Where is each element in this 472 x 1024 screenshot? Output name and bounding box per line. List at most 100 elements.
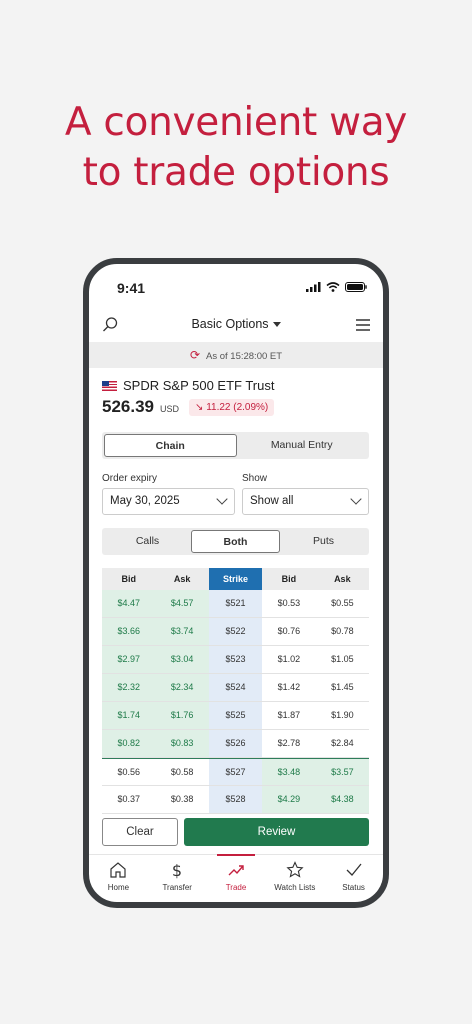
call-bid-cell[interactable]: $3.66 <box>102 618 156 645</box>
chevron-down-icon <box>216 493 228 505</box>
phone-frame: 9:41 Basic Options ⟳ As of 15:28:00 ET SP… <box>83 258 389 908</box>
col-call-bid: Bid <box>121 574 136 584</box>
put-bid-cell[interactable]: $1.02 <box>262 646 316 673</box>
headline-line-1: A convenient way <box>64 100 408 145</box>
col-call-ask: Ask <box>173 574 191 584</box>
caret-down-icon <box>272 322 281 328</box>
put-ask-cell[interactable]: $0.78 <box>315 618 370 645</box>
tab-chain[interactable]: Chain <box>104 434 237 457</box>
security-name: SPDR S&P 500 ETF Trust <box>123 378 275 393</box>
tab-manual-entry[interactable]: Manual Entry <box>237 434 368 457</box>
tab-status[interactable]: Status <box>324 855 383 902</box>
tab-calls[interactable]: Calls <box>104 530 191 553</box>
tab-home[interactable]: Home <box>89 855 148 902</box>
call-ask-cell[interactable]: $0.58 <box>155 759 209 785</box>
action-buttons: Clear Review <box>102 818 369 846</box>
put-bid-cell[interactable]: $0.53 <box>262 590 316 617</box>
trend-icon <box>228 865 244 876</box>
tab-watch-lists[interactable]: Watch Lists <box>265 855 324 902</box>
call-bid-cell[interactable]: $2.97 <box>102 646 156 673</box>
refresh-icon[interactable]: ⟳ <box>190 348 200 362</box>
svg-text:$: $ <box>172 861 182 879</box>
tab-both[interactable]: Both <box>191 530 280 553</box>
strike-cell: $527 <box>208 759 263 785</box>
review-button[interactable]: Review <box>184 818 369 846</box>
price-change-badge: ↘ 11.22 (2.09%) <box>189 398 275 416</box>
hamburger-menu-icon[interactable] <box>355 318 371 332</box>
bottom-tab-bar: Home $ Transfer Trade Watch Lists Status <box>89 854 383 902</box>
call-bid-cell[interactable]: $0.56 <box>102 759 156 785</box>
call-ask-cell[interactable]: $2.34 <box>155 674 209 701</box>
strike-cell: $522 <box>208 618 263 645</box>
put-ask-cell[interactable]: $3.57 <box>315 759 370 785</box>
put-bid-cell[interactable]: $1.87 <box>262 702 316 729</box>
put-ask-cell[interactable]: $1.05 <box>315 646 370 673</box>
table-row: $0.56 $0.58 $527 $3.48 $3.57 <box>102 758 370 786</box>
put-ask-cell[interactable]: $4.38 <box>315 786 370 813</box>
put-ask-cell[interactable]: $1.90 <box>315 702 370 729</box>
table-row: $3.66 $3.74 $522 $0.76 $0.78 <box>102 618 370 646</box>
price-currency: USD <box>160 404 180 414</box>
tab-label: Trade <box>225 883 247 892</box>
put-bid-cell[interactable]: $1.42 <box>262 674 316 701</box>
tab-label: Transfer <box>162 883 192 892</box>
app-bar: Basic Options <box>89 312 383 342</box>
call-bid-cell[interactable]: $1.74 <box>102 702 156 729</box>
table-row: $0.37 $0.38 $528 $4.29 $4.38 <box>102 786 370 814</box>
home-icon <box>110 862 126 878</box>
call-ask-cell[interactable]: $1.76 <box>155 702 209 729</box>
options-mode-dropdown[interactable]: Basic Options <box>89 317 383 331</box>
order-expiry-value: May 30, 2025 <box>110 495 180 507</box>
table-body: $4.47 $4.57 $521 $0.53 $0.55 $3.66 $3.74 $522 $0… <box>102 590 370 814</box>
show-select[interactable]: Show all <box>242 488 369 515</box>
col-put-ask: Ask <box>334 574 351 584</box>
arrow-down-right-icon: ↘ <box>195 401 207 413</box>
call-ask-cell[interactable]: $0.38 <box>155 786 209 813</box>
order-expiry-select[interactable]: May 30, 2025 <box>102 488 235 515</box>
call-ask-cell[interactable]: $3.74 <box>155 618 209 645</box>
as-of-text: As of 15:28:00 ET <box>206 351 283 362</box>
options-chain-table: Bid Ask Strike Bid Ask $4.47 $4.57 $521 $0.… <box>102 568 370 814</box>
tab-trade[interactable]: Trade <box>207 854 266 902</box>
call-ask-cell[interactable]: $4.57 <box>155 590 209 617</box>
call-bid-cell[interactable]: $4.47 <box>102 590 156 617</box>
last-price: 526.39 <box>102 397 154 416</box>
put-bid-cell[interactable]: $2.78 <box>262 730 316 757</box>
col-strike: Strike <box>208 568 263 590</box>
strike-cell: $524 <box>208 674 263 701</box>
chevron-down-icon <box>350 493 362 505</box>
headline-line-2: to trade options <box>82 150 390 195</box>
app-screen: 9:41 Basic Options ⟳ As of 15:28:00 ET SP… <box>89 264 383 902</box>
star-icon <box>286 861 304 878</box>
put-ask-cell[interactable]: $2.84 <box>315 730 370 757</box>
entry-mode-toggle: Chain Manual Entry <box>102 432 369 459</box>
table-row: $4.47 $4.57 $521 $0.53 $0.55 <box>102 590 370 618</box>
appbar-title: Basic Options <box>191 317 269 331</box>
put-ask-cell[interactable]: $0.55 <box>315 590 370 617</box>
order-expiry-label: Order expiry <box>102 473 158 484</box>
tab-label: Watch Lists <box>274 883 316 892</box>
table-row: $1.74 $1.76 $525 $1.87 $1.90 <box>102 702 370 730</box>
show-value: Show all <box>250 495 294 507</box>
call-ask-cell[interactable]: $3.04 <box>155 646 209 673</box>
call-ask-cell[interactable]: $0.83 <box>155 730 209 757</box>
tab-label: Home <box>107 883 130 892</box>
battery-icon <box>345 282 367 292</box>
strike-cell: $528 <box>208 786 263 813</box>
tab-puts[interactable]: Puts <box>280 530 367 553</box>
call-bid-cell[interactable]: $2.32 <box>102 674 156 701</box>
dollar-icon: $ <box>172 861 182 879</box>
put-bid-cell[interactable]: $4.29 <box>262 786 316 813</box>
clear-button[interactable]: Clear <box>102 818 178 846</box>
put-ask-cell[interactable]: $1.45 <box>315 674 370 701</box>
strike-cell: $526 <box>208 730 263 757</box>
put-bid-cell[interactable]: $0.76 <box>262 618 316 645</box>
call-bid-cell[interactable]: $0.82 <box>102 730 156 757</box>
option-type-toggle: Calls Both Puts <box>102 528 369 555</box>
headline: A convenient way to trade options <box>0 98 472 198</box>
tab-transfer[interactable]: $ Transfer <box>148 855 207 902</box>
put-bid-cell[interactable]: $3.48 <box>262 759 316 785</box>
price-row: 526.39 USD ↘ 11.22 (2.09%) <box>102 397 373 417</box>
call-bid-cell[interactable]: $0.37 <box>102 786 156 813</box>
price-change: 11.22 (2.09%) <box>206 401 269 413</box>
